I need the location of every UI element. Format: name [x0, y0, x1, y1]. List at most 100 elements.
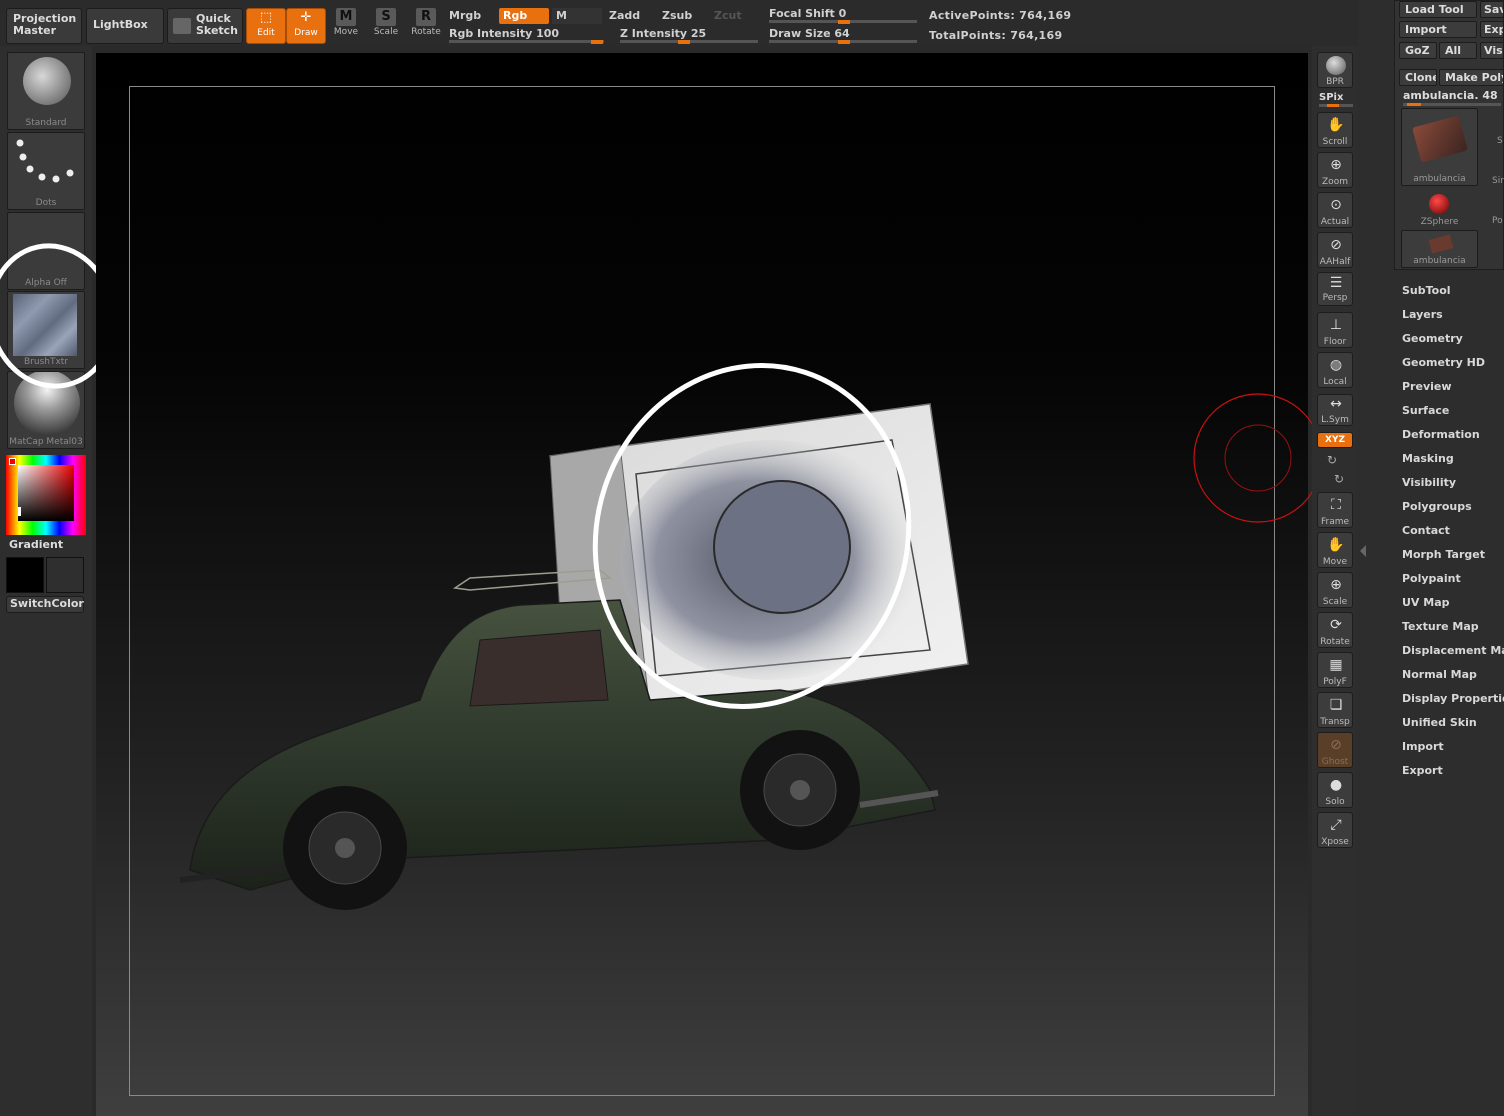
rotate-view-button[interactable]: ⟳ Rotate	[1317, 612, 1353, 648]
all-button[interactable]: All	[1439, 42, 1477, 59]
menu-item-preview[interactable]: Preview	[1402, 380, 1452, 393]
menu-item-geometry[interactable]: Geometry	[1402, 332, 1463, 345]
xpose-button[interactable]: ⤢ Xpose	[1317, 812, 1353, 848]
draw-button[interactable]: ✛ Draw	[286, 8, 326, 44]
zoom-button[interactable]: ⊕ Zoom	[1317, 152, 1353, 188]
rgb-intensity-knob[interactable]	[591, 40, 603, 44]
ghost-icon: ⊘	[1330, 737, 1342, 753]
menu-item-export[interactable]: Export	[1402, 764, 1443, 777]
ghost-button[interactable]: ⊘ Ghost	[1317, 732, 1353, 768]
tool-thumb-ambulancia-small[interactable]: ambulancia	[1401, 230, 1478, 268]
menu-item-polygroups[interactable]: Polygroups	[1402, 500, 1472, 513]
menu-item-subtool[interactable]: SubTool	[1402, 284, 1451, 297]
goz-button[interactable]: GoZ	[1399, 42, 1437, 59]
focal-shift-slider[interactable]: Focal Shift 0	[769, 7, 846, 20]
menu-item-deformation[interactable]: Deformation	[1402, 428, 1480, 441]
rgb-intensity-slider[interactable]: Rgb Intensity 100	[449, 27, 559, 40]
main-color-swatch[interactable]	[6, 557, 44, 593]
export-tool-button[interactable]: Exp	[1480, 21, 1504, 38]
lightbox-button[interactable]: LightBox	[86, 8, 164, 44]
current-tool-knob[interactable]	[1407, 103, 1421, 106]
switch-color-button[interactable]: SwitchColor	[6, 596, 84, 613]
draw-size-knob[interactable]	[838, 40, 850, 44]
m-button[interactable]: M	[552, 8, 602, 24]
lsym-button[interactable]: ↔ L.Sym	[1317, 394, 1353, 426]
panel-collapse-arrow[interactable]	[1360, 545, 1366, 557]
spix-slider[interactable]: SPix	[1319, 92, 1343, 103]
menu-item-geometry-hd[interactable]: Geometry HD	[1402, 356, 1485, 369]
secondary-color-swatch[interactable]	[46, 557, 84, 593]
solo-button[interactable]: ● Solo	[1317, 772, 1353, 808]
save-tool-button[interactable]: Sav	[1480, 1, 1504, 18]
actual-button[interactable]: ⊙ Actual	[1317, 192, 1353, 228]
projection-master-button[interactable]: Projection Master	[6, 8, 82, 44]
menu-item-normal-map[interactable]: Normal Map	[1402, 668, 1477, 681]
total-points: TotalPoints: 764,169	[929, 29, 1062, 42]
polyf-button[interactable]: ▦ PolyF	[1317, 652, 1353, 688]
menu-item-masking[interactable]: Masking	[1402, 452, 1454, 465]
scale-mode-button[interactable]: S Scale	[366, 8, 406, 44]
zadd-button[interactable]: Zadd	[609, 9, 640, 22]
color-picker[interactable]	[6, 455, 86, 535]
scale-view-button[interactable]: ⊕ Scale	[1317, 572, 1353, 608]
rotate-axis-z-icon[interactable]: ↻	[1334, 472, 1344, 486]
menu-item-displacement-map[interactable]: Displacement Map	[1402, 644, 1504, 657]
menu-item-visibility[interactable]: Visibility	[1402, 476, 1456, 489]
quick-sketch-button[interactable]: Quick Sketch	[167, 8, 243, 44]
spix-knob[interactable]	[1327, 104, 1339, 107]
draw-size-slider[interactable]: Draw Size 64	[769, 27, 850, 40]
menu-item-contact[interactable]: Contact	[1402, 524, 1450, 537]
menu-item-unified-skin[interactable]: Unified Skin	[1402, 716, 1477, 729]
move-mode-label: Move	[333, 27, 359, 37]
menu-item-uv-map[interactable]: UV Map	[1402, 596, 1450, 609]
load-tool-button[interactable]: Load Tool	[1399, 1, 1477, 18]
visible-button[interactable]: Visi	[1480, 42, 1504, 59]
gradient-label[interactable]: Gradient	[9, 538, 63, 551]
move-view-button[interactable]: ✋ Move	[1317, 532, 1353, 568]
switch-color-label: SwitchColor	[10, 597, 84, 610]
bpr-button[interactable]: BPR	[1317, 52, 1353, 88]
menu-item-display-properties[interactable]: Display Properties	[1402, 692, 1504, 705]
tool-thumb-ambulancia[interactable]: ambulancia	[1401, 108, 1478, 186]
focal-shift-knob[interactable]	[838, 20, 850, 24]
menu-item-polypaint[interactable]: Polypaint	[1402, 572, 1461, 585]
tool-thumb-zsphere[interactable]: ZSphere	[1401, 190, 1478, 228]
xyz-button[interactable]: XYZ	[1317, 432, 1353, 448]
rgb-intensity-track[interactable]	[449, 40, 604, 43]
frame-icon: ⛶	[1331, 497, 1341, 513]
menu-item-layers[interactable]: Layers	[1402, 308, 1443, 321]
rotate-axis-y-icon[interactable]: ↻	[1327, 453, 1337, 467]
stroke-picker[interactable]: Dots	[7, 132, 85, 210]
menu-item-texture-map[interactable]: Texture Map	[1402, 620, 1479, 633]
solo-icon: ●	[1329, 777, 1343, 793]
move-mode-button[interactable]: M Move	[326, 8, 366, 44]
z-intensity-knob[interactable]	[678, 40, 690, 44]
zcut-button[interactable]: Zcut	[714, 9, 742, 22]
menu-item-morph-target[interactable]: Morph Target	[1402, 548, 1485, 561]
menu-item-import[interactable]: Import	[1402, 740, 1444, 753]
clone-button[interactable]: Clone	[1399, 69, 1437, 86]
spix-track[interactable]	[1319, 104, 1353, 107]
import-tool-button[interactable]: Import	[1399, 21, 1477, 38]
aahalf-button[interactable]: ⊘ AAHalf	[1317, 232, 1353, 268]
frame-button[interactable]: ⛶ Frame	[1317, 492, 1353, 528]
transp-button[interactable]: ❏ Transp	[1317, 692, 1353, 728]
edit-button[interactable]: ⬚ Edit	[246, 8, 286, 44]
current-tool-slider[interactable]	[1403, 103, 1501, 106]
move-mode-icon: M	[336, 8, 356, 26]
scroll-button[interactable]: ✋ Scroll	[1317, 112, 1353, 148]
brush-picker[interactable]: Standard	[7, 52, 85, 130]
color-picker-square[interactable]	[18, 465, 74, 521]
local-button[interactable]: ◍ Local	[1317, 352, 1353, 388]
mrgb-button[interactable]: Mrgb	[449, 9, 481, 22]
persp-button[interactable]: ☰ Persp	[1317, 272, 1353, 306]
polyf-label: PolyF	[1323, 677, 1347, 687]
z-intensity-label: Z Intensity	[620, 27, 688, 40]
floor-button[interactable]: ⊥ Floor	[1317, 312, 1353, 348]
rgb-button[interactable]: Rgb	[499, 8, 549, 24]
rotate-mode-button[interactable]: R Rotate	[406, 8, 446, 44]
make-polymesh-button[interactable]: Make Polyi	[1439, 69, 1504, 86]
menu-item-surface[interactable]: Surface	[1402, 404, 1449, 417]
zsub-button[interactable]: Zsub	[662, 9, 692, 22]
z-intensity-slider[interactable]: Z Intensity 25	[620, 27, 706, 40]
